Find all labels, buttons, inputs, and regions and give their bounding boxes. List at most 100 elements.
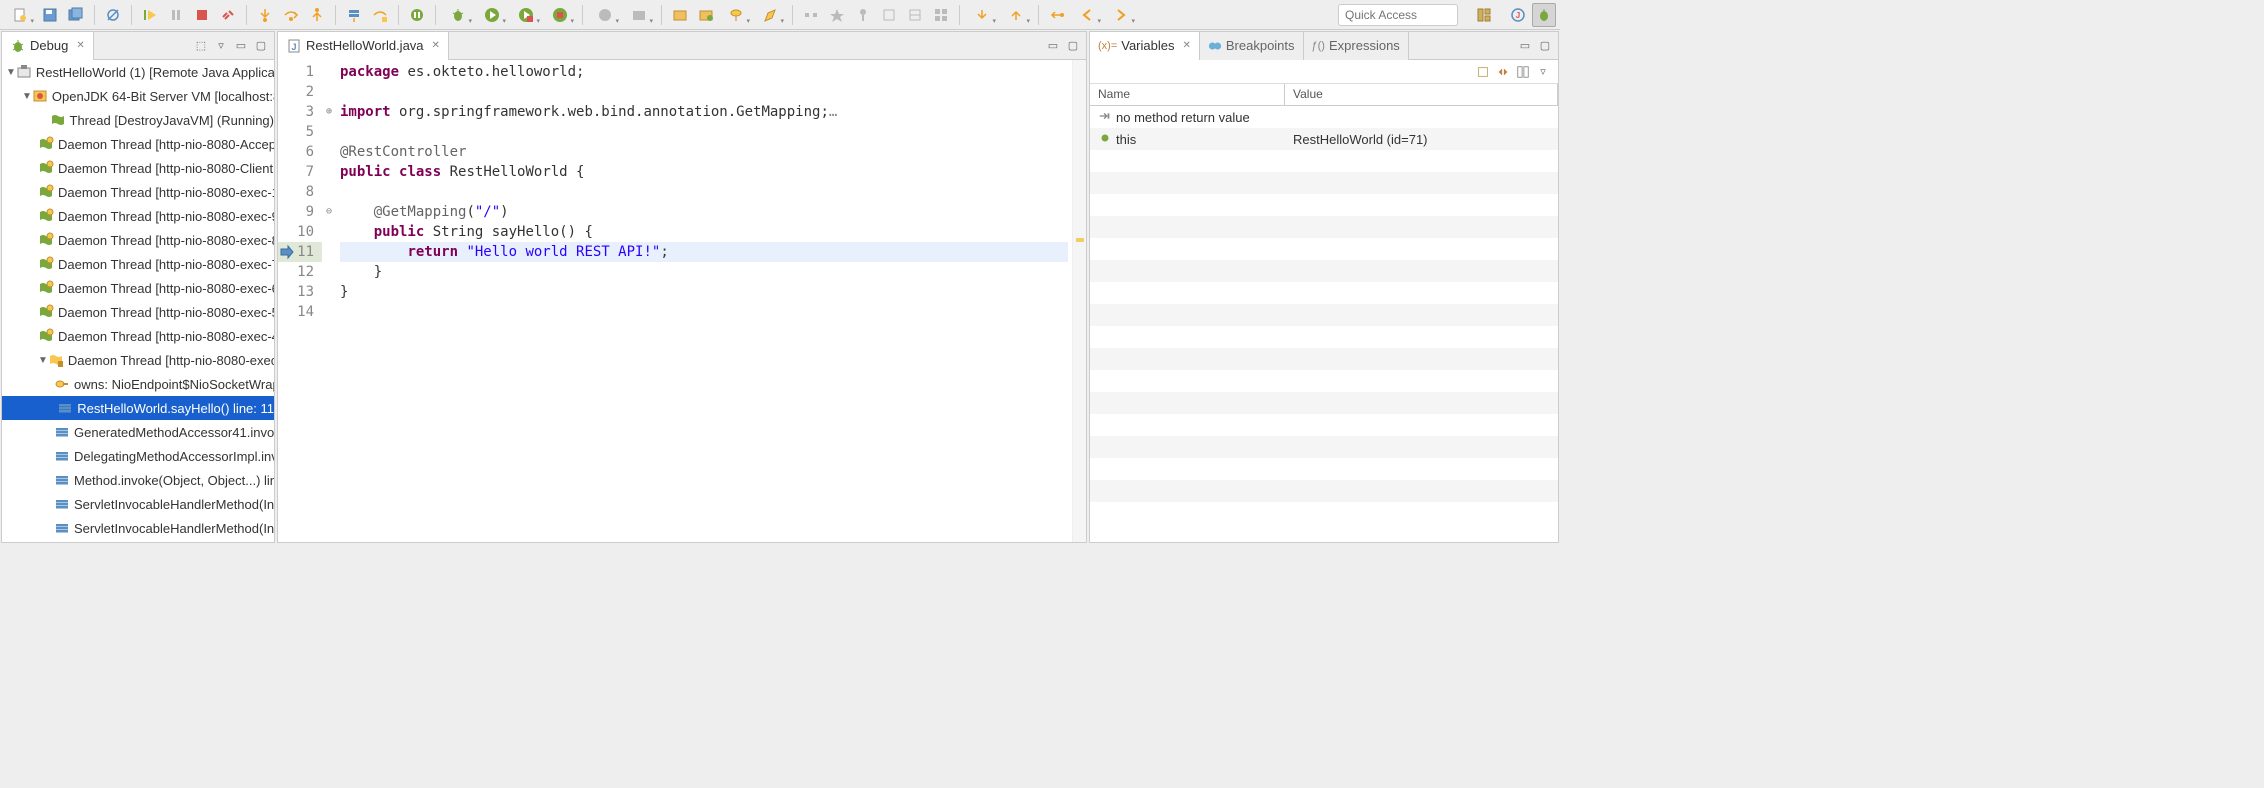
open-task-button[interactable] [694, 3, 718, 27]
search-dropdown[interactable] [720, 3, 752, 27]
open-perspective-button[interactable] [1472, 3, 1496, 27]
save-button[interactable] [38, 3, 62, 27]
disconnect-button[interactable] [216, 3, 240, 27]
expressions-tab[interactable]: ƒ() Expressions [1304, 32, 1409, 60]
drop-frame-button[interactable] [342, 3, 366, 27]
maximize-icon[interactable]: ▢ [1064, 37, 1082, 55]
mark-dropdown[interactable] [754, 3, 786, 27]
restart-button[interactable] [405, 3, 429, 27]
maximize-icon[interactable]: ▢ [1536, 37, 1554, 55]
tree-row[interactable]: RestHelloWorld.sayHello() line: 11 [2, 396, 274, 420]
terminate-button[interactable] [190, 3, 214, 27]
new-package-dropdown[interactable] [623, 3, 655, 27]
last-edit-button[interactable] [1045, 3, 1069, 27]
variable-row[interactable]: thisRestHelloWorld (id=71) [1090, 128, 1558, 150]
tree-row[interactable]: Daemon Thread [http-nio-8080-exec-7] [2, 252, 274, 276]
code-line[interactable]: } [340, 282, 1068, 302]
step-return-button[interactable] [305, 3, 329, 27]
code-line[interactable]: public String sayHello() { [340, 222, 1068, 242]
tree-row[interactable]: DelegatingMethodAccessorImpl.invoke [2, 444, 274, 468]
resume-button[interactable] [138, 3, 162, 27]
tree-row[interactable]: ▼RestHelloWorld (1) [Remote Java Applica… [2, 60, 274, 84]
vars-toolbar-btn-1[interactable] [1474, 63, 1492, 81]
code-line[interactable]: return "Hello world REST API!"; [340, 242, 1068, 262]
save-all-button[interactable] [64, 3, 88, 27]
tree-row[interactable]: Daemon Thread [http-nio-8080-exec-8] [2, 228, 274, 252]
tree-row[interactable]: Daemon Thread [http-nio-8080-exec-6] [2, 276, 274, 300]
tree-row[interactable]: Daemon Thread [http-nio-8080-ClientPolle… [2, 156, 274, 180]
tree-row[interactable]: Daemon Thread [http-nio-8080-exec-5] [2, 300, 274, 324]
code-line[interactable] [340, 82, 1068, 102]
code-line[interactable]: import org.springframework.web.bind.anno… [340, 102, 1068, 122]
run-dropdown[interactable] [476, 3, 508, 27]
maximize-icon[interactable]: ▢ [252, 37, 270, 55]
debug-tree[interactable]: ▼RestHelloWorld (1) [Remote Java Applica… [2, 60, 274, 540]
col-name-header[interactable]: Name [1090, 84, 1285, 105]
close-icon[interactable]: ✕ [432, 40, 440, 51]
step-into-button[interactable] [253, 3, 277, 27]
skip-breakpoints-button[interactable] [101, 3, 125, 27]
variables-table[interactable]: no method return valuethisRestHelloWorld… [1090, 106, 1558, 542]
code-line[interactable]: @GetMapping("/") [340, 202, 1068, 222]
grid-button[interactable] [929, 3, 953, 27]
tree-row[interactable]: Daemon Thread [http-nio-8080-exec-9] [2, 204, 274, 228]
debug-tab[interactable]: Debug ✕ [2, 32, 94, 60]
step-over-button[interactable] [279, 3, 303, 27]
tree-row[interactable]: ServletInvocableHandlerMethod(Invo [2, 516, 274, 540]
refresh-button[interactable] [877, 3, 901, 27]
toggle-mark-button[interactable] [825, 3, 849, 27]
code-line[interactable]: @RestController [340, 142, 1068, 162]
code-line[interactable] [340, 122, 1068, 142]
tree-row[interactable]: Thread [DestroyJavaVM] (Running) [2, 108, 274, 132]
fold-toggle[interactable]: ⊖ [322, 202, 336, 222]
tree-row[interactable]: Daemon Thread [http-nio-8080-exec-10] [2, 180, 274, 204]
use-step-filters-button[interactable] [368, 3, 392, 27]
tree-row[interactable]: ▼Daemon Thread [http-nio-8080-exec-3] [2, 348, 274, 372]
tree-row[interactable]: GeneratedMethodAccessor41.invoke [2, 420, 274, 444]
coverage-dropdown[interactable] [510, 3, 542, 27]
new-button[interactable] [4, 3, 36, 27]
tree-row[interactable]: Daemon Thread [http-nio-8080-Acceptor] [2, 132, 274, 156]
debug-view-menu-1[interactable]: ⬚ [192, 37, 210, 55]
prev-annotation-dropdown[interactable] [1000, 3, 1032, 27]
run-last-dropdown[interactable] [544, 3, 576, 27]
code-line[interactable] [340, 302, 1068, 322]
forward-dropdown[interactable] [1105, 3, 1137, 27]
next-annotation-dropdown[interactable] [966, 3, 998, 27]
variables-tab[interactable]: (x)= Variables ✕ [1090, 32, 1200, 60]
minimize-icon[interactable]: ▭ [1516, 37, 1534, 55]
suspend-button[interactable] [164, 3, 188, 27]
fold-toggle[interactable]: ⊕ [322, 102, 336, 122]
new-class-dropdown[interactable] [589, 3, 621, 27]
col-value-header[interactable]: Value [1285, 84, 1558, 105]
editor-tab[interactable]: J RestHelloWorld.java ✕ [278, 32, 449, 60]
overview-ruler[interactable] [1072, 60, 1086, 542]
vars-view-menu[interactable]: ▿ [1534, 63, 1552, 81]
code-editor[interactable]: 123567891011121314 ⊕⊖ package es.okteto.… [278, 60, 1086, 542]
vars-toolbar-btn-2[interactable] [1494, 63, 1512, 81]
minimize-icon[interactable]: ▭ [232, 37, 250, 55]
close-icon[interactable]: ✕ [1182, 40, 1190, 51]
pin-button[interactable] [851, 3, 875, 27]
tree-row[interactable]: Method.invoke(Object, Object...) line [2, 468, 274, 492]
tree-row[interactable]: Daemon Thread [http-nio-8080-exec-4] [2, 324, 274, 348]
code-line[interactable]: public class RestHelloWorld { [340, 162, 1068, 182]
debug-perspective-button[interactable] [1532, 3, 1556, 27]
tree-row[interactable]: ▼OpenJDK 64-Bit Server VM [localhost:808… [2, 84, 274, 108]
close-icon[interactable]: ✕ [76, 40, 84, 51]
open-type-button[interactable] [668, 3, 692, 27]
vars-toolbar-btn-3[interactable] [1514, 63, 1532, 81]
quick-access-input[interactable] [1338, 4, 1458, 26]
link-button[interactable] [903, 3, 927, 27]
tree-row[interactable]: owns: NioEndpoint$NioSocketWrapper [2, 372, 274, 396]
code-line[interactable]: } [340, 262, 1068, 282]
breakpoints-tab[interactable]: Breakpoints [1200, 32, 1304, 60]
minimize-icon[interactable]: ▭ [1044, 37, 1062, 55]
back-dropdown[interactable] [1071, 3, 1103, 27]
toggle-breadcrumb-button[interactable] [799, 3, 823, 27]
debug-view-menu-2[interactable]: ▿ [212, 37, 230, 55]
tree-row[interactable]: ServletInvocableHandlerMethod(Invo [2, 492, 274, 516]
variable-row[interactable]: no method return value [1090, 106, 1558, 128]
debug-dropdown[interactable] [442, 3, 474, 27]
java-perspective-button[interactable]: J [1506, 3, 1530, 27]
